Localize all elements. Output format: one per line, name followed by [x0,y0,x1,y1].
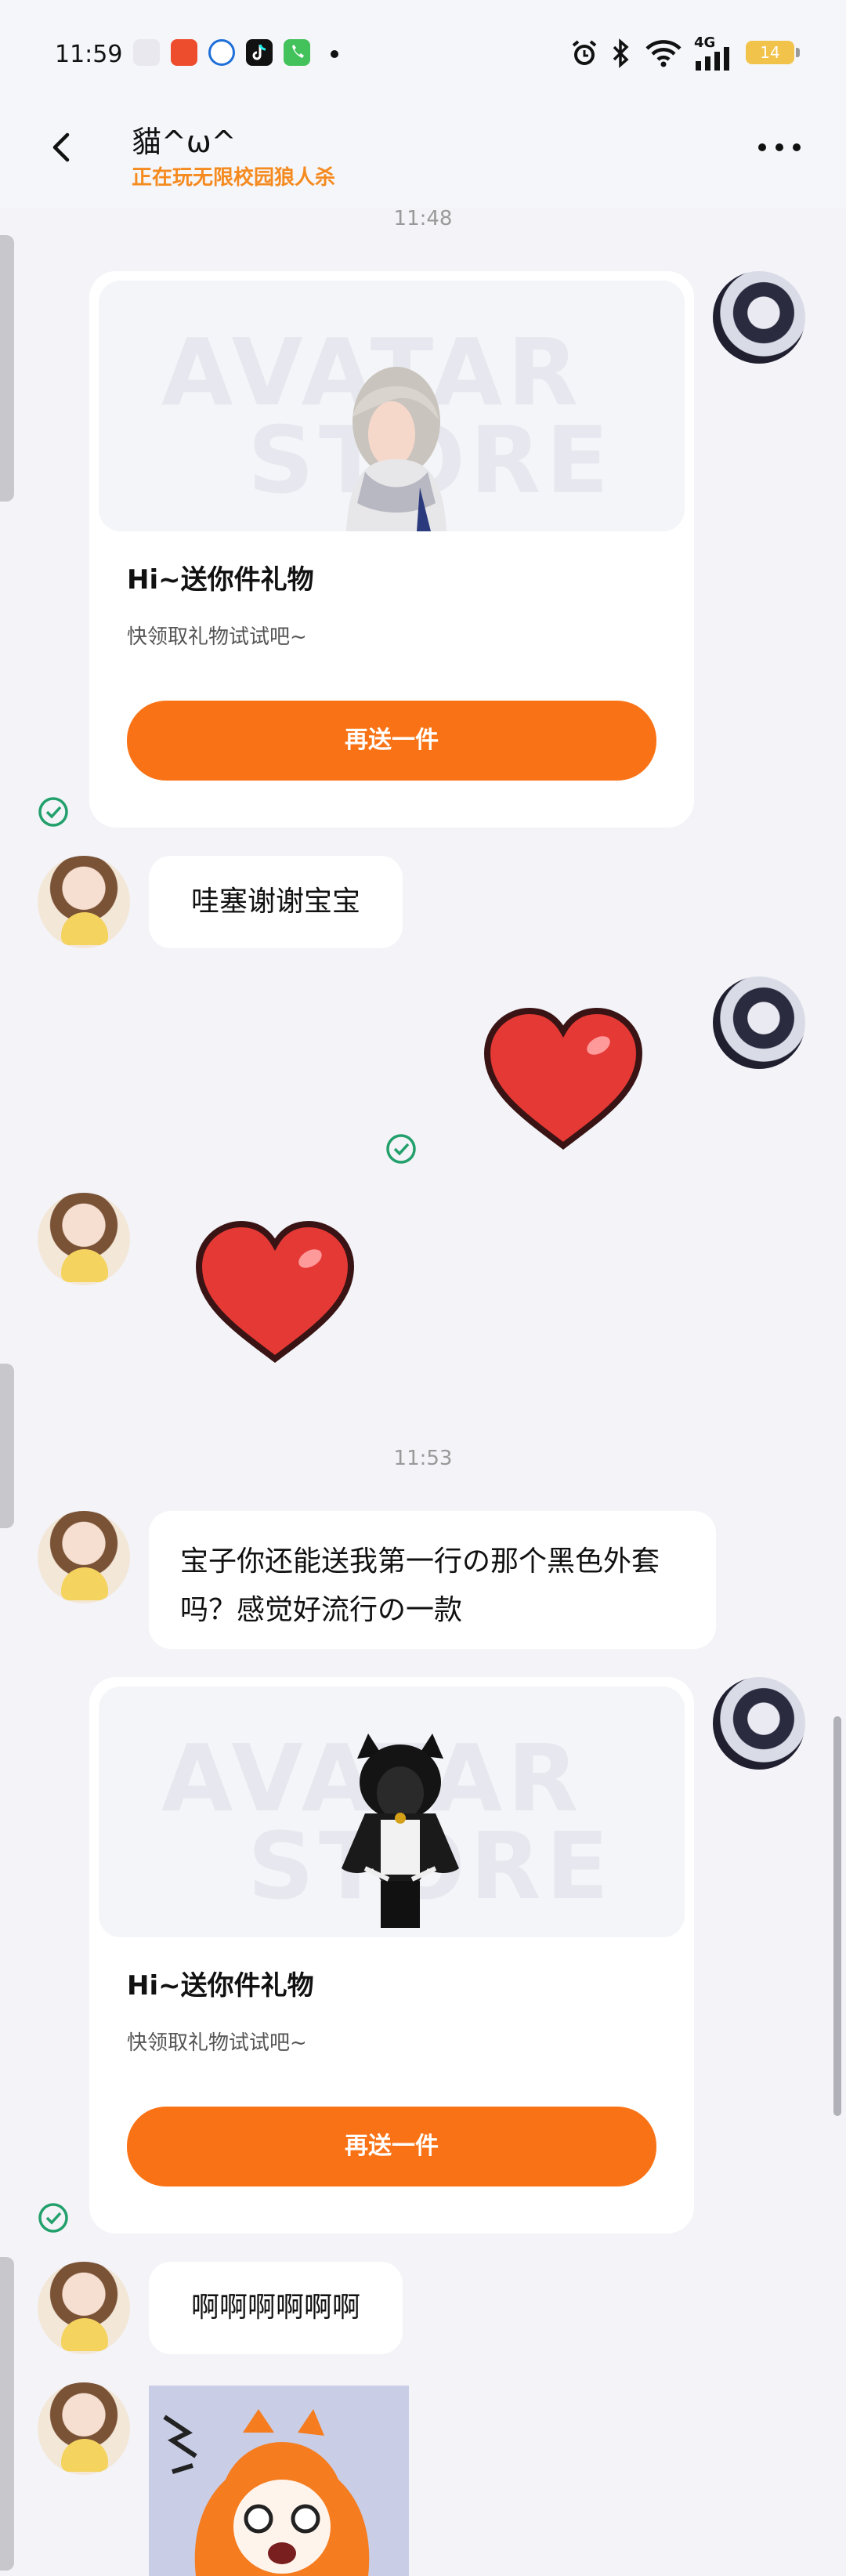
edge-scroll-handle[interactable] [0,1364,14,1528]
gift-subtitle: 快领取礼物试试吧~ [127,625,307,649]
my-avatar[interactable] [713,1677,805,1770]
send-another-button[interactable]: 再送一件 [127,701,656,781]
contact-status: 正在玩无限校园狼人杀 [132,166,336,190]
gift-banner: AVATAR STORE [99,281,685,531]
wifi-icon [645,40,682,67]
read-check-icon [38,797,68,827]
edge-scroll-handle[interactable] [0,2257,14,2571]
gift-title: Hi~送你件礼物 [127,564,314,596]
phone-icon [284,39,310,66]
notification-app-icon [171,39,197,66]
message-timestamp: 11:53 [393,1447,453,1470]
shocked-character-sticker-icon[interactable] [149,2386,409,2576]
gift-card[interactable]: AVATAR STORE Hi~送你件礼物 快领取礼物试试吧~ 再送一件 [89,1677,694,2234]
more-options-icon[interactable] [756,138,803,157]
bluetooth-icon [613,38,629,68]
status-bar: 11:59 4G 14 [0,0,846,106]
more-notifications-dot [331,50,338,58]
gift-subtitle: 快领取礼物试试吧~ [127,2031,307,2055]
send-another-button[interactable]: 再送一件 [127,2107,656,2187]
scrollbar[interactable] [833,1716,841,2116]
contact-avatar[interactable] [38,1193,130,1285]
contact-avatar[interactable] [38,856,130,948]
alarm-icon [572,40,597,65]
message-timestamp: 11:48 [393,207,453,230]
gift-item-image [342,1734,459,1928]
read-check-icon [38,2203,68,2233]
heart-sticker-icon[interactable] [481,1006,645,1155]
message-bubble[interactable]: 宝子你还能送我第一行の那个黑色外套吗？感觉好流行の一款 [149,1511,716,1649]
my-avatar[interactable] [713,271,805,364]
gift-card[interactable]: AVATAR STORE Hi~送你件礼物 快领取礼物试试吧~ 再送一件 [89,271,694,828]
my-avatar[interactable] [713,976,805,1069]
contact-avatar[interactable] [38,2262,130,2354]
contact-name[interactable]: 貓^ω^ [132,118,237,161]
gift-title: Hi~送你件礼物 [127,1970,314,2002]
contact-avatar[interactable] [38,2382,130,2475]
back-arrow-icon[interactable] [47,132,78,163]
gift-banner: AVATAR STORE [99,1687,685,1937]
notification-app-icon [133,39,160,66]
contact-avatar[interactable] [38,1511,130,1603]
message-bubble[interactable]: 哇塞谢谢宝宝 [149,856,403,948]
chat-header [0,106,846,208]
notification-app-icon [208,39,235,66]
status-time: 11:59 [55,41,123,68]
signal-icon [696,47,729,71]
heart-sticker-icon[interactable] [193,1219,357,1368]
message-bubble[interactable]: 啊啊啊啊啊啊 [149,2262,403,2354]
read-check-icon [386,1134,416,1164]
tiktok-icon [246,39,273,66]
edge-scroll-handle[interactable] [0,235,14,502]
battery-icon: 14 [746,41,800,64]
gift-item-image [346,367,446,531]
